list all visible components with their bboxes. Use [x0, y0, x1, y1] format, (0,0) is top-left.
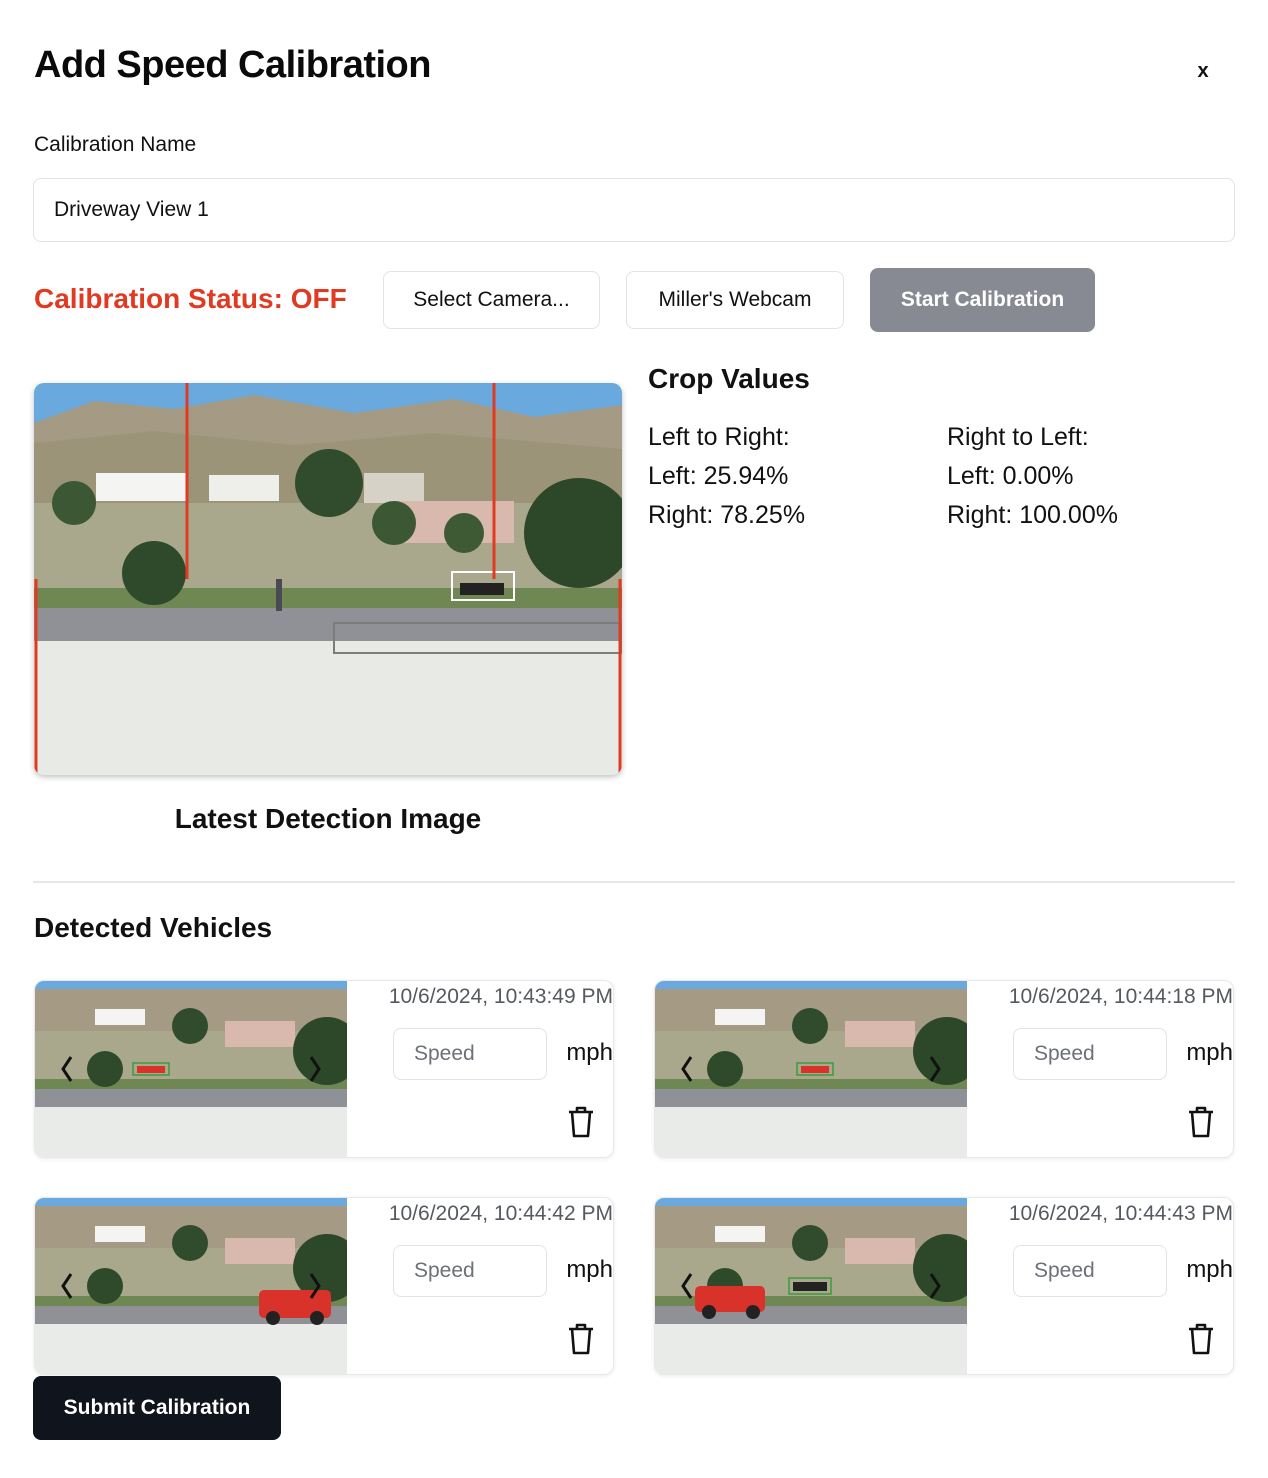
vehicle-card: 10/6/2024, 10:44:18 PM mph — [654, 980, 1234, 1158]
submit-calibration-button[interactable]: Submit Calibration — [33, 1376, 281, 1440]
speed-unit: mph — [566, 1256, 613, 1283]
speed-input[interactable] — [1013, 1028, 1167, 1080]
calibration-name-input[interactable] — [33, 178, 1235, 242]
vehicle-card: 10/6/2024, 10:44:43 PM mph — [654, 1197, 1234, 1375]
rtl-heading: Right to Left: — [947, 423, 1089, 451]
vehicle-thumbnail[interactable] — [655, 981, 967, 1158]
vehicle-card: 10/6/2024, 10:43:49 PM mph — [34, 980, 614, 1158]
trash-icon[interactable] — [1185, 1105, 1217, 1139]
detection-image-caption: Latest Detection Image — [174, 803, 482, 834]
vehicle-thumbnail[interactable] — [655, 1198, 967, 1375]
latest-detection-image — [34, 383, 622, 775]
calibration-status: Calibration Status: OFF — [34, 283, 347, 314]
vehicle-thumbnail[interactable] — [35, 1198, 347, 1375]
rtl-right-value: Right: 100.00% — [947, 501, 1118, 529]
speed-input[interactable] — [393, 1245, 547, 1297]
select-camera-button[interactable]: Select Camera... — [383, 271, 600, 329]
trash-icon[interactable] — [565, 1322, 597, 1356]
ltr-right-value: Right: 78.25% — [648, 501, 806, 529]
ltr-heading: Left to Right: — [648, 423, 790, 451]
vehicle-card: 10/6/2024, 10:44:42 PM mph — [34, 1197, 614, 1375]
close-button[interactable]: x — [1190, 58, 1216, 84]
vehicle-timestamp: 10/6/2024, 10:44:43 PM — [1008, 1202, 1233, 1225]
crop-values-title: Crop Values — [648, 363, 810, 394]
vehicle-timestamp: 10/6/2024, 10:44:18 PM — [1008, 985, 1233, 1008]
speed-unit: mph — [1186, 1039, 1233, 1066]
speed-input[interactable] — [393, 1028, 547, 1080]
speed-unit: mph — [566, 1039, 613, 1066]
ltr-left-value: Left: 25.94% — [648, 462, 789, 490]
rtl-left-value: Left: 0.00% — [947, 462, 1074, 490]
crop-left-to-right: Left to Right: Left: 25.94% Right: 78.25… — [648, 418, 805, 535]
dialog-title: Add Speed Calibration — [34, 44, 431, 86]
start-calibration-button[interactable]: Start Calibration — [870, 268, 1095, 332]
vehicle-thumbnail[interactable] — [35, 981, 347, 1158]
crop-right-to-left: Right to Left: Left: 0.00% Right: 100.00… — [947, 418, 1118, 535]
speed-input[interactable] — [1013, 1245, 1167, 1297]
trash-icon[interactable] — [1185, 1322, 1217, 1356]
speed-unit: mph — [1186, 1256, 1233, 1283]
vehicle-timestamp: 10/6/2024, 10:44:42 PM — [388, 1202, 613, 1225]
detection-scene — [34, 383, 622, 775]
detected-vehicles-title: Detected Vehicles — [34, 912, 273, 943]
vehicle-timestamp: 10/6/2024, 10:43:49 PM — [388, 985, 613, 1008]
section-divider — [33, 881, 1235, 883]
trash-icon[interactable] — [565, 1105, 597, 1139]
camera-button[interactable]: Miller's Webcam — [626, 271, 844, 329]
calibration-name-label: Calibration Name — [34, 133, 197, 156]
